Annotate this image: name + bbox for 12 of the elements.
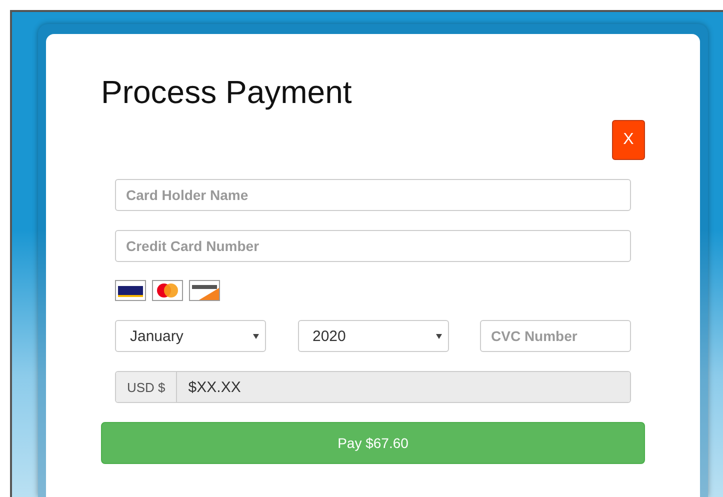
card-logo-icon — [152, 280, 183, 301]
currency-label: USD $ — [116, 372, 178, 402]
caret-icon — [436, 334, 442, 338]
dialog-title: Process Payment — [101, 74, 353, 110]
input-field[interactable]: Card Holder Name — [115, 179, 631, 211]
card-logo-icon — [115, 280, 146, 301]
year-select[interactable]: 2020 — [298, 320, 448, 352]
caret-icon — [253, 334, 259, 338]
input-field[interactable]: Credit Card Number — [115, 230, 631, 262]
cvc-field[interactable]: CVC Number — [480, 320, 631, 352]
card-logo-icon — [189, 280, 220, 301]
month-select[interactable]: January — [115, 320, 266, 352]
